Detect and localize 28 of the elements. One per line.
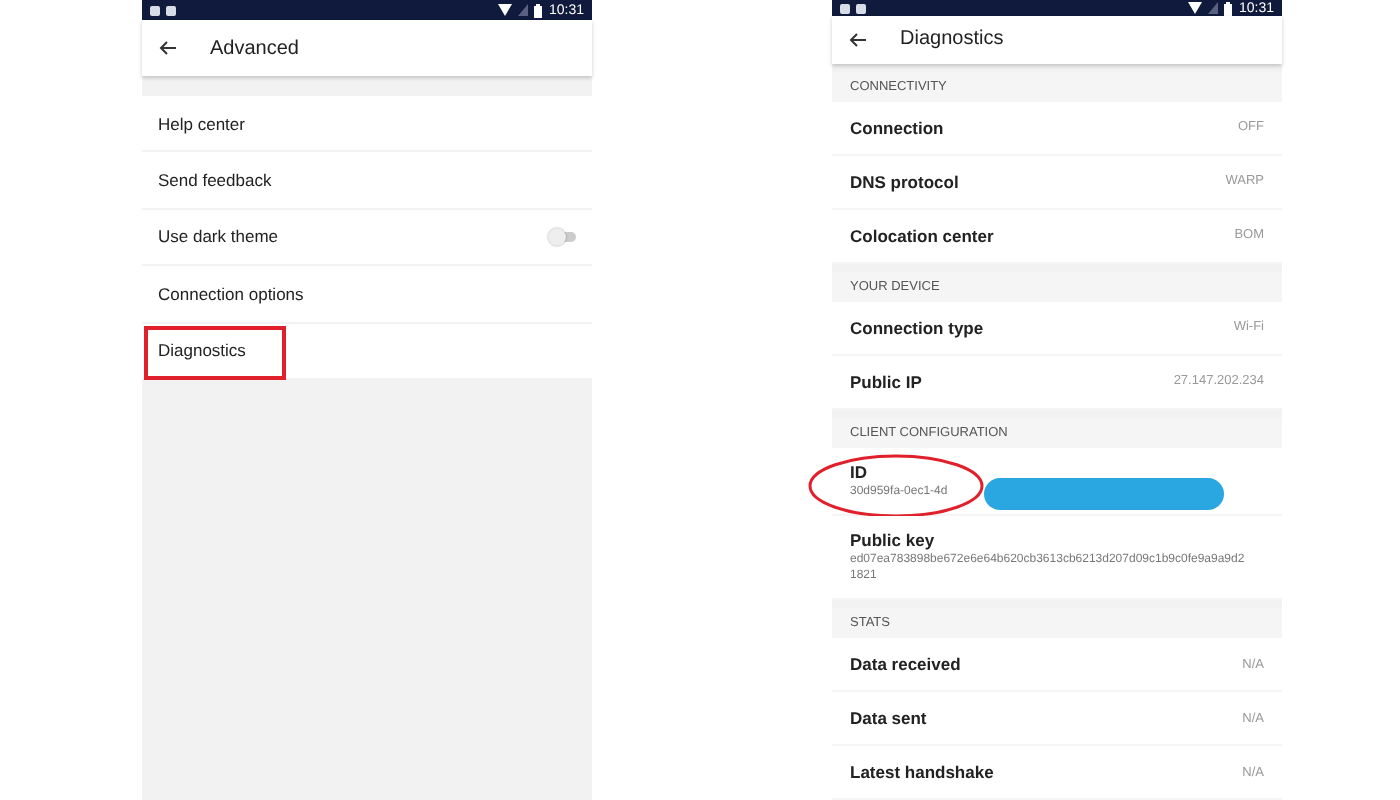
- settings-item[interactable]: Diagnostics: [142, 323, 592, 380]
- settings-item[interactable]: Use dark theme: [142, 209, 592, 267]
- back-icon[interactable]: [848, 31, 868, 48]
- item-label: Diagnostics: [158, 340, 246, 361]
- settings-item[interactable]: Help center: [142, 96, 592, 153]
- settings-item[interactable]: Connection options: [142, 266, 592, 324]
- row-label: Data received: [850, 654, 961, 674]
- wifi-icon: [498, 4, 513, 16]
- item-label: Help center: [158, 113, 245, 134]
- screen-title: Advanced: [210, 37, 299, 59]
- signal-icon: [518, 4, 529, 16]
- row-label: Connection: [850, 117, 944, 137]
- item-label: Send feedback: [158, 170, 272, 191]
- settings-item[interactable]: Send feedback: [142, 152, 592, 210]
- back-icon[interactable]: [158, 40, 178, 56]
- row-label: DNS protocol: [850, 171, 959, 191]
- row-label: ID: [850, 461, 867, 481]
- item-label: Connection options: [158, 283, 304, 304]
- row-label: Colocation center: [850, 225, 994, 245]
- toggle-switch[interactable]: [550, 231, 576, 242]
- row-label: Latest handshake: [850, 762, 994, 782]
- item-label: Use dark theme: [158, 226, 278, 247]
- screen-title: Diagnostics: [900, 28, 1004, 51]
- row-label: Public key: [850, 530, 935, 550]
- signal-icon: [1208, 2, 1219, 15]
- row-label: Connection type: [850, 317, 984, 337]
- row-label: Public IP: [850, 371, 922, 391]
- row-label: Data sent: [850, 708, 927, 728]
